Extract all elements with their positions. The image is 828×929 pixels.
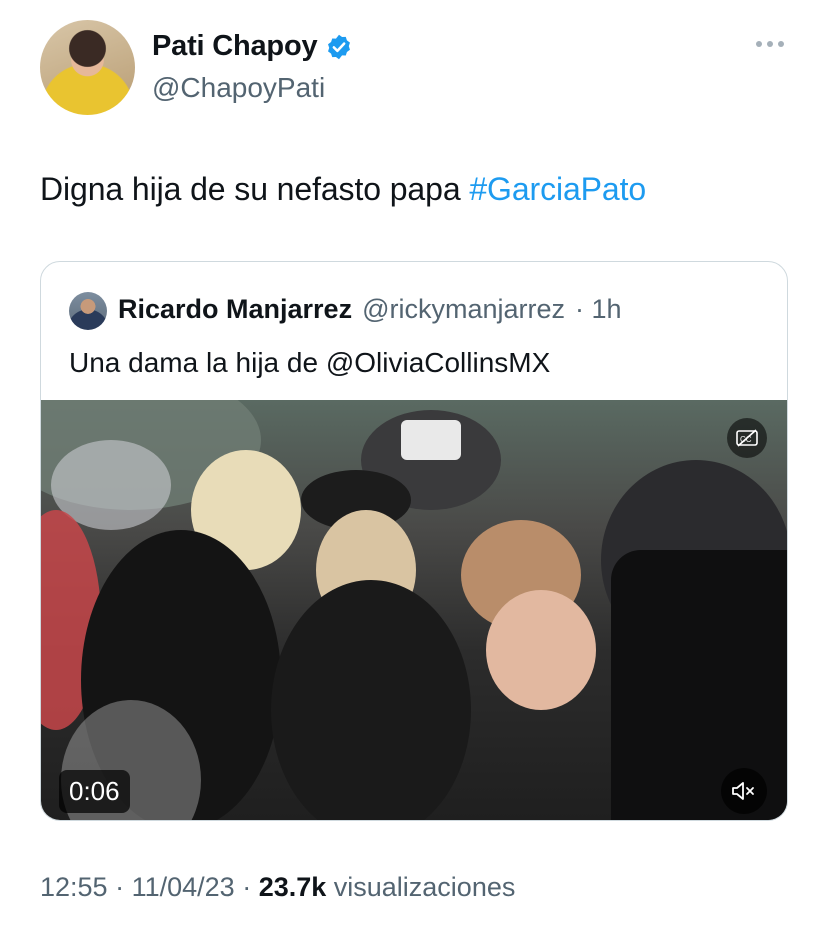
views-label[interactable]: visualizaciones — [326, 872, 516, 902]
author-avatar[interactable] — [40, 20, 135, 115]
tweet-date[interactable]: 11/04/23 — [132, 872, 235, 902]
author-display-name[interactable]: Pati Chapoy — [152, 30, 318, 63]
video-duration-badge: 0:06 — [59, 770, 130, 813]
mute-icon[interactable] — [721, 768, 767, 814]
author-handle[interactable]: @ChapoyPati — [152, 72, 325, 104]
quoted-author-avatar[interactable] — [69, 292, 107, 330]
tweet-time[interactable]: 12:55 — [40, 872, 108, 902]
quoted-tweet-header: Ricardo Manjarrez @rickymanjarrez · 1h — [118, 294, 622, 325]
video-player[interactable]: CC 0:06 — [41, 400, 787, 820]
author-name-row: Pati Chapoy — [152, 30, 353, 63]
verified-badge-icon — [328, 34, 351, 59]
more-options-icon[interactable] — [752, 34, 788, 54]
quoted-tweet-time[interactable]: · 1h — [575, 294, 622, 325]
views-count[interactable]: 23.7k — [259, 872, 327, 902]
tweet-text: Digna hija de su nefasto papa #GarciaPat… — [40, 171, 646, 208]
meta-separator: · — [234, 872, 259, 902]
quoted-tweet-card[interactable]: Ricardo Manjarrez @rickymanjarrez · 1h U… — [40, 261, 788, 821]
meta-separator: · — [107, 872, 132, 902]
hashtag-link[interactable]: #GarciaPato — [469, 171, 646, 207]
quoted-tweet-text: Una dama la hija de @OliviaCollinsMX — [69, 347, 551, 378]
quoted-author-handle[interactable]: @rickymanjarrez — [362, 294, 565, 325]
closed-captions-icon[interactable]: CC — [727, 418, 767, 458]
tweet-body: Digna hija de su nefasto papa — [40, 171, 470, 207]
quoted-author-name[interactable]: Ricardo Manjarrez — [118, 294, 352, 325]
tweet-metadata: 12:55 · 11/04/23 · 23.7k visualizaciones — [40, 872, 515, 903]
